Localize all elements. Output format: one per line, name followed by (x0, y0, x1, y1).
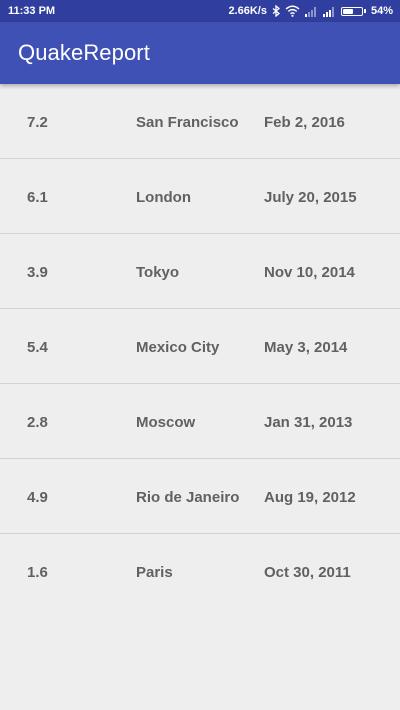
status-time: 11:33 PM (8, 5, 56, 17)
date: May 3, 2014 (264, 339, 348, 356)
signal-icon (322, 6, 336, 17)
app-bar: QuakeReport (0, 22, 400, 84)
magnitude: 7.2 (27, 114, 48, 131)
list-item[interactable]: 1.6 Paris Oct 30, 2011 (0, 534, 400, 609)
earthquake-list[interactable]: 7.2 San Francisco Feb 2, 2016 6.1 London… (0, 84, 400, 609)
network-speed: 2.66K/s (228, 5, 267, 17)
list-item[interactable]: 4.9 Rio de Janeiro Aug 19, 2012 (0, 459, 400, 534)
magnitude: 6.1 (27, 189, 48, 206)
date: Oct 30, 2011 (264, 564, 351, 581)
list-item[interactable]: 5.4 Mexico City May 3, 2014 (0, 309, 400, 384)
signal-icon (304, 6, 318, 17)
battery-percent: 54% (370, 5, 393, 17)
magnitude: 2.8 (27, 414, 48, 431)
magnitude: 5.4 (27, 339, 48, 356)
magnitude: 4.9 (27, 489, 48, 506)
bluetooth-icon (272, 5, 280, 17)
status-icons: 2.66K/s 54% (228, 4, 393, 18)
status-bar: 11:33 PM 2.66K/s 54% (0, 0, 400, 22)
date: Aug 19, 2012 (264, 489, 356, 506)
location: Mexico City (136, 339, 220, 356)
date: Jan 31, 2013 (264, 414, 353, 431)
magnitude: 1.6 (27, 564, 48, 581)
location: San Francisco (136, 114, 239, 131)
list-item[interactable]: 2.8 Moscow Jan 31, 2013 (0, 384, 400, 459)
magnitude: 3.9 (27, 264, 48, 281)
list-item[interactable]: 6.1 London July 20, 2015 (0, 159, 400, 234)
location: Tokyo (136, 264, 180, 281)
date: July 20, 2015 (264, 189, 357, 206)
location: Paris (136, 564, 173, 581)
date: Feb 2, 2016 (264, 114, 345, 131)
date: Nov 10, 2014 (264, 264, 355, 281)
wifi-icon (285, 5, 300, 17)
battery-icon (340, 6, 366, 16)
list-item[interactable]: 3.9 Tokyo Nov 10, 2014 (0, 234, 400, 309)
list-item[interactable]: 7.2 San Francisco Feb 2, 2016 (0, 84, 400, 159)
location: London (136, 189, 191, 206)
location: Rio de Janeiro (136, 489, 240, 506)
location: Moscow (136, 414, 196, 431)
app-title: QuakeReport (18, 40, 150, 65)
